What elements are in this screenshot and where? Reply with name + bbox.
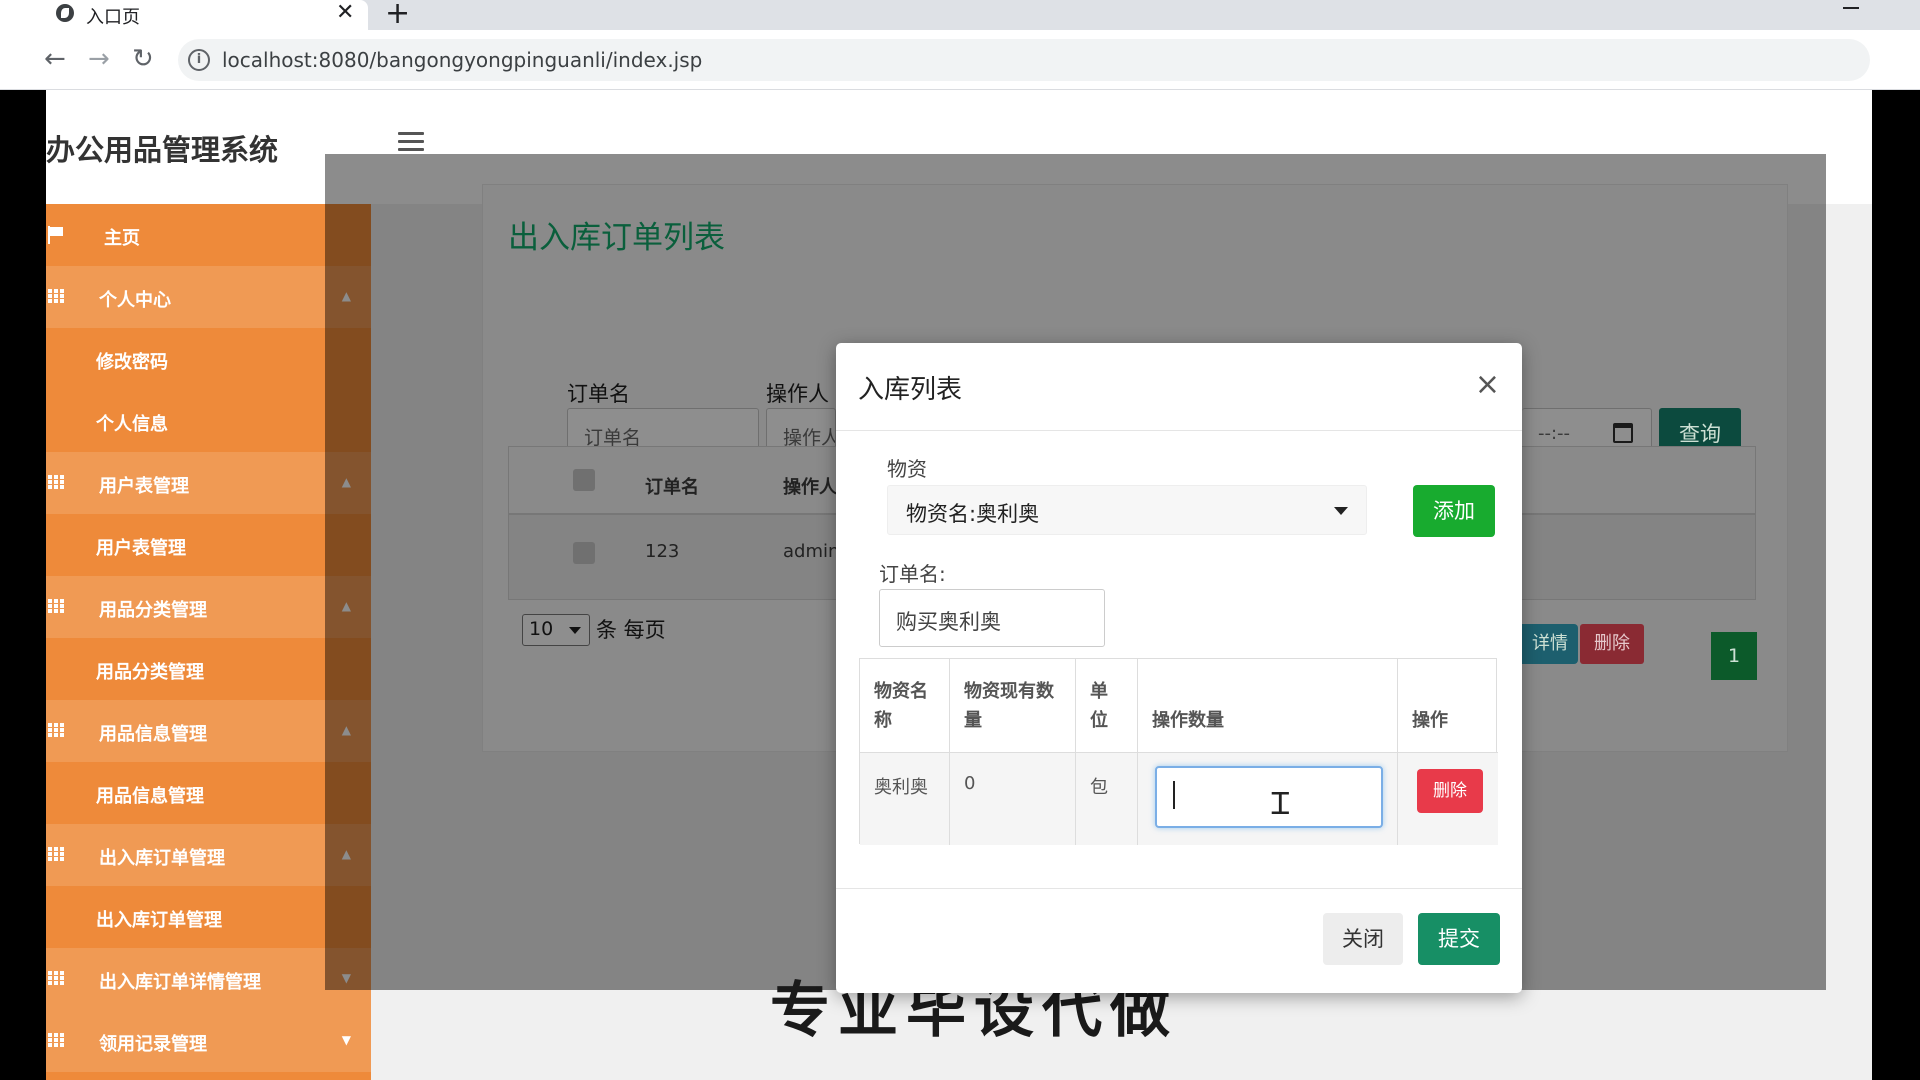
close-button[interactable]: 关闭 [1323, 913, 1403, 965]
filter-operator-label: 操作人 [766, 382, 829, 406]
sidebar-item-supplies[interactable]: 用品信息管理 [46, 762, 371, 824]
cell-material-stock: 0 [950, 753, 1076, 845]
back-icon[interactable]: ← [44, 44, 66, 74]
sidebar: 主页 个人中心 ▲ 修改密码 个人信息 用户表管理 ▲ 用户表管理 用品分类管理… [46, 204, 371, 1080]
ibeam-cursor-icon: Ꮖ [1271, 787, 1291, 822]
material-label: 物资 [887, 457, 927, 481]
close-icon[interactable]: × [1475, 367, 1500, 402]
app-title: 办公用品管理系统 [46, 133, 279, 167]
minimize-icon[interactable] [1843, 7, 1859, 9]
sidebar-item-orders[interactable]: 出入库订单管理 [46, 886, 371, 948]
screen: 入口页 ✕ + ← → ↻ i localhost:8080/bangongyo… [0, 0, 1920, 1080]
sidebar-item-categories[interactable]: 用品分类管理 [46, 638, 371, 700]
order-name-input[interactable]: 购买奥利奥 [879, 589, 1105, 647]
grid-icon [48, 599, 66, 613]
hamburger-menu-icon[interactable] [398, 132, 424, 152]
op-qty-input[interactable] [1155, 766, 1383, 828]
sidebar-group-users[interactable]: 用户表管理 ▲ [46, 452, 371, 514]
reload-icon[interactable]: ↻ [132, 44, 154, 74]
cell-unit: 包 [1076, 753, 1138, 845]
chevron-down-icon [1334, 507, 1348, 515]
flag-icon [48, 226, 64, 244]
col-material-name: 物资名称 [860, 659, 950, 753]
sidebar-item-change-password[interactable]: 修改密码 [46, 328, 371, 390]
sidebar-group-orders[interactable]: 出入库订单管理 ▲ [46, 824, 371, 886]
info-icon[interactable]: i [188, 49, 210, 71]
text-caret [1173, 781, 1175, 809]
forward-icon[interactable]: → [88, 44, 110, 74]
modal-title: 入库列表 [858, 375, 963, 405]
browser-tab[interactable]: 入口页 ✕ [0, 0, 368, 30]
sidebar-group-usage-records[interactable]: 领用记录管理 ▼ [46, 1010, 371, 1072]
date-value: --:-- [1538, 423, 1571, 444]
sidebar-item-home[interactable]: 主页 [46, 204, 371, 266]
sidebar-item-users[interactable]: 用户表管理 [46, 514, 371, 576]
sidebar-group-supplies[interactable]: 用品信息管理 ▲ [46, 700, 371, 762]
sidebar-group-personal[interactable]: 个人中心 ▲ [46, 266, 371, 328]
col-unit: 单位 [1076, 659, 1138, 753]
filter-order-label: 订单名 [567, 382, 630, 406]
grid-icon [48, 1033, 66, 1047]
pagination-page-1[interactable]: 1 [1711, 632, 1757, 680]
browser-tabbar: 入口页 ✕ + [0, 0, 1920, 31]
cell-operator: admin [783, 541, 840, 562]
col-action: 操作 [1398, 659, 1498, 753]
cell-order-name: 123 [645, 541, 680, 562]
row-checkbox[interactable] [573, 542, 595, 564]
col-op-qty: 操作数量 [1138, 659, 1398, 753]
row-delete-button[interactable]: 删除 [1580, 624, 1644, 664]
chevron-down-icon [569, 627, 581, 634]
grid-icon [48, 847, 66, 861]
sidebar-group-categories[interactable]: 用品分类管理 ▲ [46, 576, 371, 638]
modal-header: 入库列表 × [836, 343, 1522, 431]
order-name-label: 订单名: [879, 562, 946, 586]
material-select-value: 物资名:奥利奥 [906, 502, 1040, 526]
address-bar[interactable]: i localhost:8080/bangongyongpinguanli/in… [178, 39, 1870, 81]
grid-icon [48, 971, 66, 985]
material-select[interactable]: 物资名:奥利奥 [887, 485, 1367, 535]
browser-toolbar: ← → ↻ i localhost:8080/bangongyongpingua… [0, 30, 1920, 90]
submit-button[interactable]: 提交 [1418, 913, 1500, 965]
page-title: 出入库订单列表 [508, 220, 725, 256]
sidebar-item-personal-info[interactable]: 个人信息 [46, 390, 371, 452]
grid-icon [48, 475, 66, 489]
url-text: localhost:8080/bangongyongpinguanli/inde… [222, 48, 703, 72]
tab-title: 入口页 [86, 7, 140, 28]
grid-icon [48, 289, 66, 303]
globe-icon [56, 4, 74, 22]
col-operator: 操作人 [783, 477, 837, 498]
per-page-label: 条 每页 [596, 618, 666, 642]
row-detail-button[interactable]: 详情 [1522, 624, 1578, 664]
add-material-button[interactable]: 添加 [1413, 485, 1495, 537]
col-order-name: 订单名 [645, 477, 699, 498]
col-material-stock: 物资现有数量 [950, 659, 1076, 753]
select-all-checkbox[interactable] [573, 469, 595, 491]
grid-icon [48, 723, 66, 737]
stock-in-modal: 入库列表 × 物资 物资名:奥利奥 添加 订单名: 购买奥利奥 物资名称 物资现… [836, 343, 1522, 993]
page-size-select[interactable]: 10 [522, 614, 590, 646]
tab-close-icon[interactable]: ✕ [336, 0, 354, 25]
delete-row-button[interactable]: 删除 [1417, 769, 1483, 813]
cell-material-name: 奥利奥 [860, 753, 950, 845]
caret-down-icon: ▼ [341, 1033, 351, 1047]
sidebar-group-order-details[interactable]: 出入库订单详情管理 ▼ [46, 948, 371, 1010]
calendar-icon[interactable] [1613, 423, 1633, 443]
new-tab-icon[interactable]: + [385, 0, 410, 31]
